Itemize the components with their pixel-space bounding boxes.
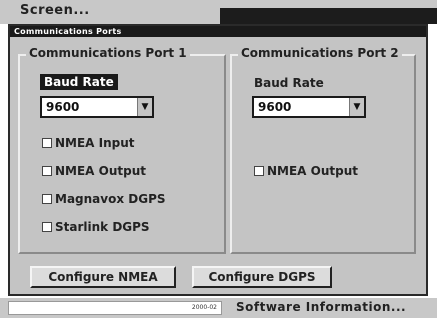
- small-code-text: 2000-02: [191, 304, 217, 311]
- top-dark-bar: [220, 8, 437, 24]
- chevron-down-icon[interactable]: ▼: [137, 98, 152, 116]
- checkbox-box[interactable]: [42, 166, 52, 176]
- top-menu-strip: Screen...: [0, 0, 437, 24]
- checkbox-label: NMEA Input: [55, 136, 135, 150]
- port1-baud-value: 9600: [46, 100, 80, 114]
- port2-baud-value: 9600: [258, 100, 292, 114]
- chevron-down-icon[interactable]: ▼: [349, 98, 364, 116]
- port1-nmea-output-checkbox[interactable]: NMEA Output: [42, 164, 146, 178]
- checkbox-label: NMEA Output: [267, 164, 358, 178]
- port1-nmea-input-checkbox[interactable]: NMEA Input: [42, 136, 135, 150]
- bottom-white-field: 2000-02: [8, 301, 222, 315]
- port2-baud-select[interactable]: 9600 ▼: [252, 96, 366, 118]
- configure-nmea-button[interactable]: Configure NMEA: [30, 266, 176, 288]
- checkbox-box[interactable]: [42, 194, 52, 204]
- port1-magnavox-dgps-checkbox[interactable]: Magnavox DGPS: [42, 192, 166, 206]
- checkbox-box[interactable]: [254, 166, 264, 176]
- checkbox-label: Starlink DGPS: [55, 220, 150, 234]
- screen-menu-item[interactable]: Screen...: [20, 3, 90, 18]
- port1-baud-label: Baud Rate: [40, 74, 118, 90]
- port2-baud-label: Baud Rate: [254, 76, 324, 90]
- checkbox-box[interactable]: [42, 222, 52, 232]
- port1-starlink-dgps-checkbox[interactable]: Starlink DGPS: [42, 220, 150, 234]
- dialog-title: Communications Ports: [10, 26, 426, 37]
- port1-group: Communications Port 1 Baud Rate 9600 ▼ N…: [18, 46, 226, 254]
- checkbox-label: Magnavox DGPS: [55, 192, 166, 206]
- checkbox-label: NMEA Output: [55, 164, 146, 178]
- bottom-menu-strip: 2000-02 Software Information...: [0, 298, 437, 318]
- port2-nmea-output-checkbox[interactable]: NMEA Output: [254, 164, 358, 178]
- configure-dgps-button[interactable]: Configure DGPS: [192, 266, 332, 288]
- port2-legend: Communications Port 2: [238, 46, 402, 60]
- communications-dialog: Communications Ports Communications Port…: [8, 24, 428, 296]
- port2-group: Communications Port 2 Baud Rate 9600 ▼ N…: [230, 46, 416, 254]
- checkbox-box[interactable]: [42, 138, 52, 148]
- port1-baud-select[interactable]: 9600 ▼: [40, 96, 154, 118]
- software-information-menu-item[interactable]: Software Information...: [236, 300, 406, 314]
- port1-legend: Communications Port 1: [26, 46, 190, 60]
